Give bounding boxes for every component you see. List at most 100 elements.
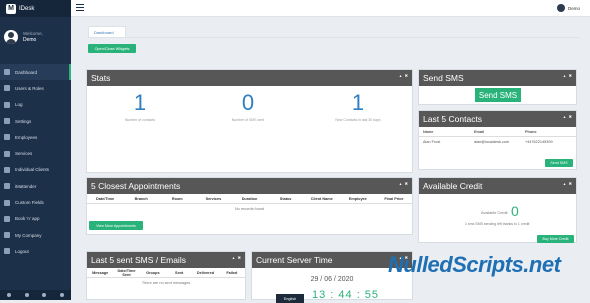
table-row[interactable]: Alan Frost alan@localdesk.com +447622145… xyxy=(419,137,576,147)
table-cell: +447622145399 xyxy=(525,140,553,144)
column-header: Date/Time xyxy=(96,196,115,201)
panel-tools-icon[interactable]: ▴ ✖ xyxy=(564,114,573,119)
sidebar-footer xyxy=(0,290,71,300)
sidebar-item-users-roles[interactable]: Users & Roles xyxy=(0,80,71,96)
topbar: Demo xyxy=(71,0,590,17)
send-sms-button[interactable]: Send SMS xyxy=(475,88,521,102)
credit-panel: Available Credit ▴ ✖ Available Credit 0 1… xyxy=(418,177,577,243)
sidebar-item-label: Dashboard xyxy=(15,69,38,75)
column-header: Phone xyxy=(525,129,537,134)
user-name: Demo xyxy=(23,37,37,43)
brand[interactable]: M IDesk xyxy=(0,0,71,17)
view-more-appointments-button[interactable]: View More Appointments xyxy=(89,221,143,230)
sidebar-item-book-n-app[interactable]: Book 'n' app xyxy=(0,211,71,227)
table-cell: alan@localdesk.com xyxy=(474,140,510,144)
sidebar-item-logout[interactable]: Logout xyxy=(0,243,71,259)
column-header: Services xyxy=(205,196,222,201)
column-header: Branch xyxy=(134,196,148,201)
send-sms-panel: Send SMS ▴ ✖ Send SMS xyxy=(418,69,577,105)
column-header: Message xyxy=(92,270,109,275)
panel-tools-icon[interactable]: ▴ ✖ xyxy=(400,181,409,186)
column-header: Final Price xyxy=(384,196,404,201)
panel-title: Last 5 Contacts xyxy=(423,114,483,124)
panel-tools-icon[interactable]: ▴ ✖ xyxy=(564,181,573,186)
sidebar-item-imattender[interactable]: iMattender xyxy=(0,178,71,194)
stat-value: 1 xyxy=(351,90,365,115)
sidebar-item-label: iMattender xyxy=(15,183,37,189)
empty-message: No records found xyxy=(234,207,265,211)
avatar xyxy=(4,30,18,44)
column-header: Sent xyxy=(175,270,184,275)
employees-icon xyxy=(4,134,10,141)
stat-label: Number of contacts xyxy=(124,118,156,122)
stat-value: 0 xyxy=(241,90,255,115)
sidebar-item-individual-clients[interactable]: Individual Clients xyxy=(0,162,71,178)
stat-label: Number of SMS sent xyxy=(231,118,265,122)
services-icon xyxy=(4,150,10,157)
buy-more-credit-button[interactable]: Buy More Credit xyxy=(537,235,574,243)
sidebar: M IDesk Welcome, Demo Dashboard Users & R… xyxy=(0,0,71,300)
sidebar-item-label: Users & Roles xyxy=(15,85,44,91)
menu-toggle-icon[interactable] xyxy=(76,4,84,11)
open-close-widgets-button[interactable]: Open/Close Widgets xyxy=(88,44,136,53)
sidebar-item-services[interactable]: Services xyxy=(0,145,71,161)
logout-icon xyxy=(4,248,10,255)
sidebar-item-employees[interactable]: Employees xyxy=(0,129,71,145)
panel-tools-icon[interactable]: ▴ ✖ xyxy=(400,73,409,78)
user-dropdown[interactable]: Demo xyxy=(556,4,580,12)
user-profile[interactable]: Welcome, Demo xyxy=(0,22,71,52)
sidebar-item-log[interactable]: Log xyxy=(0,97,71,113)
column-header: Client Name xyxy=(310,196,333,201)
welcome-text: Welcome, xyxy=(23,31,43,36)
footer-icon[interactable] xyxy=(60,293,65,297)
sidebar-item-dashboard[interactable]: Dashboard xyxy=(0,64,71,81)
sidebar-item-custom-fields[interactable]: Custom Fields xyxy=(0,194,71,210)
column-header: Duration xyxy=(241,196,258,201)
footer-icon[interactable] xyxy=(24,293,29,297)
tab-dashboard[interactable]: Dashboard xyxy=(88,26,126,37)
sidebar-item-my-company[interactable]: My Company xyxy=(0,227,71,243)
stat-new-contacts: 1 New Contacts in last 30 days xyxy=(313,90,403,122)
panel-title: Available Credit xyxy=(423,181,483,191)
panel-header: Stats ▴ ✖ xyxy=(87,70,412,86)
stat-label: New Contacts in last 30 days xyxy=(335,118,381,122)
sidebar-item-settings[interactable]: Settings xyxy=(0,113,71,129)
tab-divider xyxy=(88,37,579,38)
column-header: Employee xyxy=(348,196,367,201)
credit-value: 0 xyxy=(511,203,519,219)
column-header: Status xyxy=(279,196,292,201)
panel-header: Last 5 Contacts ▴ ✖ xyxy=(419,111,576,127)
appointments-panel: 5 Closest Appointments ▴ ✖ Date/Time Bran… xyxy=(86,177,413,235)
table-cell: Alan Frost xyxy=(423,140,441,144)
panel-title: Send SMS xyxy=(423,73,464,83)
credit-note: 1 sms SMS sending left thanks to 1 credi… xyxy=(465,222,530,226)
dashboard-icon xyxy=(4,69,10,76)
stat-sms-sent: 0 Number of SMS sent xyxy=(203,90,293,122)
send-sms-contacts-button[interactable]: Send SMS xyxy=(545,159,573,167)
footer-icon[interactable] xyxy=(42,293,47,297)
table-header: Date/Time Branch Room Services Duration … xyxy=(87,194,412,204)
logo-icon: M xyxy=(6,3,16,14)
panel-header: Last 5 sent SMS / Emails ▴ ✖ xyxy=(87,252,245,268)
stat-contacts: 1 Number of contacts xyxy=(95,90,185,122)
panel-tools-icon[interactable]: ▴ ✖ xyxy=(564,73,573,78)
tab-label: Dashboard xyxy=(94,29,114,35)
brand-name: IDesk xyxy=(19,5,35,12)
sidebar-item-label: Employees xyxy=(15,134,38,140)
panel-header: Available Credit ▴ ✖ xyxy=(419,178,576,194)
sidebar-item-label: Custom Fields xyxy=(15,200,44,206)
server-clock: 13 : 44 : 55 xyxy=(312,289,380,301)
panel-tools-icon[interactable]: ▴ ✖ xyxy=(233,255,242,260)
column-header: Room xyxy=(171,196,183,201)
footer-icon[interactable] xyxy=(6,293,11,297)
watermark: NulledScripts.net xyxy=(388,252,561,277)
clients-icon xyxy=(4,166,10,173)
sidebar-item-label: My Company xyxy=(15,232,42,238)
panel-header: 5 Closest Appointments ▴ ✖ xyxy=(87,178,412,194)
sidebar-item-label: Logout xyxy=(15,248,29,254)
sidebar-item-label: Individual Clients xyxy=(15,167,50,173)
sidebar-item-label: Services xyxy=(15,151,33,157)
panel-title: Stats xyxy=(91,73,111,83)
column-header: Failed xyxy=(226,270,238,275)
language-button[interactable]: English xyxy=(276,294,304,303)
